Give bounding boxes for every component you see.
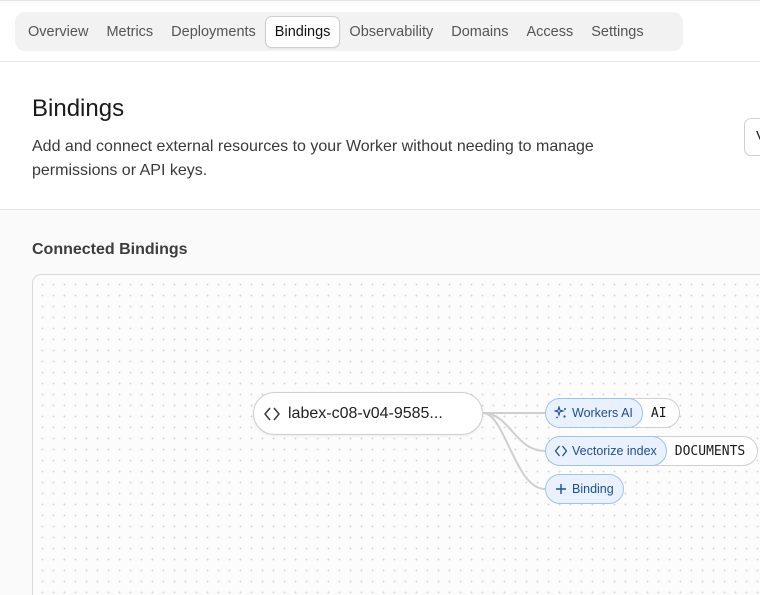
worker-name: labex-c08-v04-9585... (288, 404, 443, 422)
tab-overview[interactable]: Overview (19, 16, 97, 48)
binding-type-label: Vectorize index (572, 444, 657, 458)
tab-bindings[interactable]: Bindings (264, 15, 341, 48)
tab-domains[interactable]: Domains (442, 16, 517, 48)
tab-access[interactable]: Access (517, 16, 582, 48)
code-diamond-icon (554, 444, 568, 458)
binding-type-chip[interactable]: Vectorize index (545, 436, 667, 466)
binding-type-chip[interactable]: Workers AI (545, 398, 643, 428)
add-binding-label: Binding (572, 482, 614, 496)
tab-settings[interactable]: Settings (582, 16, 652, 48)
header-action-button[interactable]: V (744, 118, 760, 156)
plus-icon (554, 482, 568, 496)
worker-node[interactable]: labex-c08-v04-9585... (253, 392, 483, 435)
add-binding[interactable]: Binding (545, 474, 624, 504)
binding-type-label: Workers AI (572, 406, 633, 420)
top-border (0, 0, 760, 3)
tab-observability[interactable]: Observability (340, 16, 442, 48)
bindings-header: Bindings Add and connect external resour… (0, 61, 760, 210)
binding-variable: DOCUMENTS (652, 436, 759, 466)
header-action-label: V (756, 128, 760, 145)
sparkle-icon (554, 406, 568, 420)
code-diamond-icon (264, 406, 280, 422)
section-title: Connected Bindings (32, 241, 188, 258)
binding-vectorize[interactable]: Vectorize index DOCUMENTS (545, 436, 759, 466)
page-title: Bindings (32, 95, 125, 122)
page-description: Add and connect external resources to yo… (32, 138, 594, 179)
tab-deployments[interactable]: Deployments (162, 16, 265, 48)
add-binding-button[interactable]: Binding (545, 474, 624, 504)
binding-workers-ai[interactable]: Workers AI AI (545, 398, 680, 428)
tab-metrics[interactable]: Metrics (97, 16, 162, 48)
tab-bar: Overview Metrics Deployments Bindings Ob… (15, 12, 683, 51)
